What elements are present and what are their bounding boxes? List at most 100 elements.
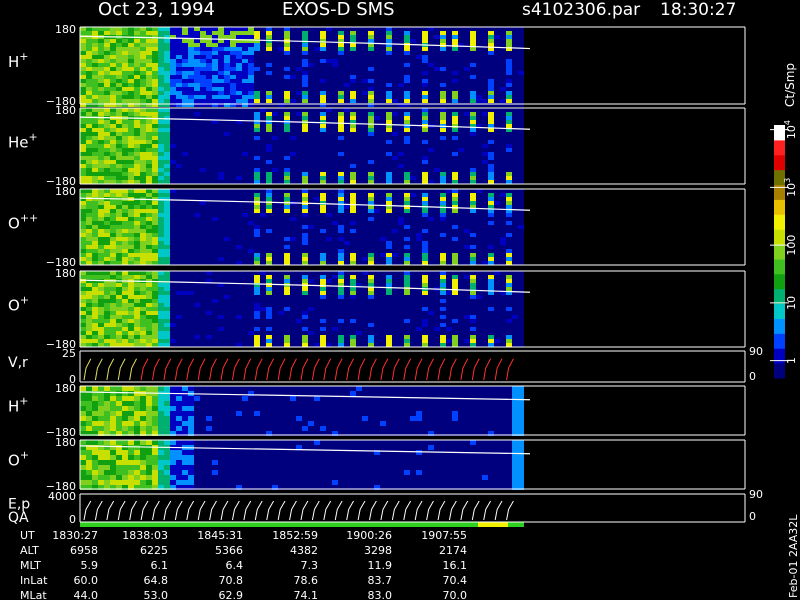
- spectrogram-cell: [464, 180, 470, 184]
- spectrogram-cell: [284, 229, 290, 233]
- spectrogram-cell: [380, 152, 386, 156]
- spectrogram-cell: [284, 144, 290, 148]
- spectrogram-cell: [80, 275, 86, 279]
- spectrogram-cell: [512, 79, 518, 83]
- spectrogram-cell: [506, 253, 512, 257]
- spectrogram-cell: [338, 83, 344, 87]
- spectrogram-cell: [272, 79, 278, 83]
- spectrogram-cell: [266, 271, 272, 275]
- spectrogram-cell: [290, 261, 296, 265]
- spectrogram-cell: [164, 335, 170, 339]
- spectrogram-cell: [194, 303, 200, 307]
- spectrogram-cell: [488, 164, 494, 168]
- spectrogram-cell: [272, 75, 278, 79]
- spectrogram-cell: [152, 327, 158, 331]
- spectrogram-cell: [356, 43, 362, 47]
- spectrogram-cell: [434, 51, 440, 55]
- spectrogram-cell: [212, 335, 218, 339]
- panel-label: O++: [8, 212, 38, 233]
- spectrogram-cell: [344, 51, 350, 55]
- spectrogram-cell: [182, 95, 188, 99]
- spectrogram-cell: [182, 176, 188, 180]
- spectrogram-cell: [170, 339, 176, 343]
- spectrogram-cell: [506, 180, 512, 184]
- spectrogram-cell: [314, 229, 320, 233]
- spectrogram-cell: [434, 108, 440, 112]
- spectrogram-cell: [422, 144, 428, 148]
- spectrogram-cell: [224, 148, 230, 152]
- spectrogram-cell: [404, 193, 410, 197]
- spectrogram-cell: [278, 116, 284, 120]
- spectrogram-cell: [494, 245, 500, 249]
- spectrogram-cell: [422, 83, 428, 87]
- spectrogram-cell: [104, 148, 110, 152]
- spectrogram-cell: [368, 257, 374, 261]
- spectrogram-cell: [128, 164, 134, 168]
- spectrogram-cell: [386, 241, 392, 245]
- spectrogram-cell: [296, 99, 302, 103]
- spectrogram-cell: [230, 55, 236, 59]
- spectrogram-cell: [122, 225, 128, 229]
- spectrogram-cell: [494, 257, 500, 261]
- spectrogram-cell: [440, 75, 446, 79]
- spectrogram-cell: [176, 168, 182, 172]
- spectrogram-cell: [200, 271, 206, 275]
- spectrogram-cell: [368, 201, 374, 205]
- spectrogram-cell: [80, 307, 86, 311]
- spectrogram-cell: [200, 217, 206, 221]
- spectrogram-cell: [410, 172, 416, 176]
- spectrogram-cell: [272, 144, 278, 148]
- spectrogram-cell: [146, 327, 152, 331]
- panel-2: 180−180O++: [8, 185, 746, 269]
- spectrogram-cell: [110, 253, 116, 257]
- spectrogram-cell: [278, 225, 284, 229]
- spectrogram-cell: [368, 27, 374, 31]
- spectrogram-cell: [494, 180, 500, 184]
- spectrogram-cell: [476, 83, 482, 87]
- spectrogram-cell: [128, 287, 134, 291]
- spectrogram-cell: [254, 83, 260, 87]
- spectrogram-cell: [254, 307, 260, 311]
- spectrogram-cell: [98, 43, 104, 47]
- spectrogram-cell: [494, 79, 500, 83]
- spectrogram-cell: [122, 319, 128, 323]
- spectrogram-cell: [98, 193, 104, 197]
- spectrogram-cell: [302, 108, 308, 112]
- spectrogram-cell: [242, 176, 248, 180]
- spectrogram-cell: [488, 55, 494, 59]
- spectrogram-cell: [176, 164, 182, 168]
- spectrogram-cell: [458, 59, 464, 63]
- spectrogram-cell: [200, 315, 206, 319]
- spectrogram-cell: [254, 339, 260, 343]
- spectrogram-cell: [80, 43, 86, 47]
- spectrogram-cell: [428, 180, 434, 184]
- spectrogram-cell: [410, 35, 416, 39]
- spectrogram-cell: [188, 339, 194, 343]
- spectrogram-cell: [86, 205, 92, 209]
- spectrogram-cell: [152, 201, 158, 205]
- spectrogram-cell: [356, 108, 362, 112]
- spectrogram-cell: [332, 189, 338, 193]
- spectrogram-cell: [362, 148, 368, 152]
- spectrogram-cell: [188, 261, 194, 265]
- spectrogram-cell: [140, 95, 146, 99]
- spectrogram-cell: [272, 43, 278, 47]
- spectrogram-cell: [398, 71, 404, 75]
- spectrogram-cell: [518, 249, 524, 253]
- spectrogram-cell: [458, 116, 464, 120]
- spectrogram-cell: [254, 249, 260, 253]
- spectrogram-cell: [86, 261, 92, 265]
- spectrogram-cell: [116, 295, 122, 299]
- spectrogram-cell: [236, 233, 242, 237]
- spectrogram-cell: [344, 27, 350, 31]
- spectrogram-cell: [464, 217, 470, 221]
- spectrogram-cell: [482, 116, 488, 120]
- spectrogram-cell: [458, 189, 464, 193]
- spectrogram-cell: [134, 95, 140, 99]
- spectrogram-cell: [224, 108, 230, 112]
- spectrogram-cell: [236, 331, 242, 335]
- spectrogram-cell: [512, 63, 518, 67]
- spectrogram-cell: [278, 271, 284, 275]
- spectrogram-cell: [194, 51, 200, 55]
- spectrogram-cell: [410, 261, 416, 265]
